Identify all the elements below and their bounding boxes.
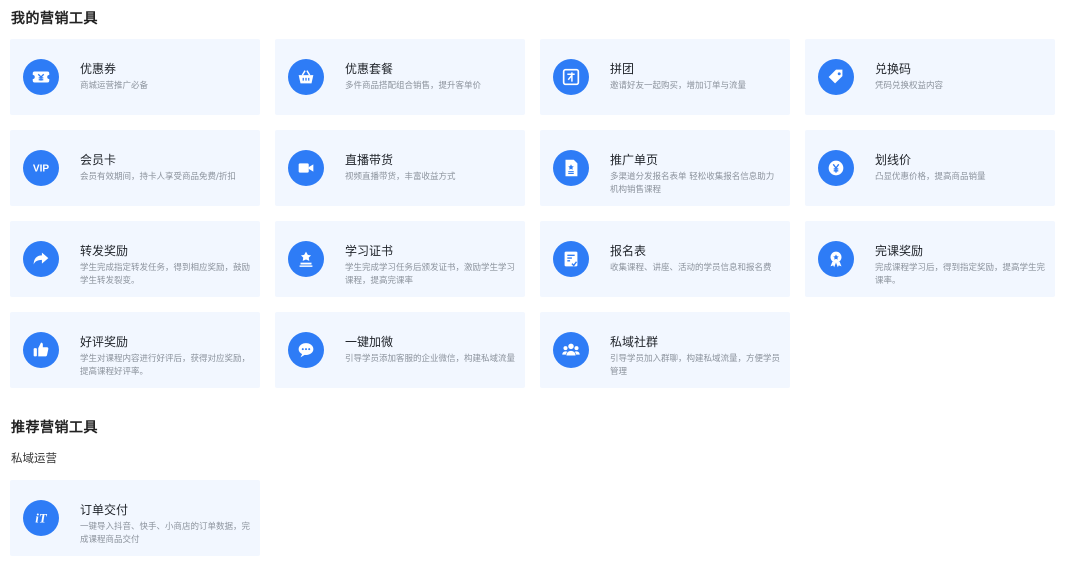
tool-name: 转发奖励 [80, 244, 129, 258]
tool-name: 推广单页 [610, 153, 659, 167]
group-buy-icon [553, 59, 589, 95]
tool-name: 优惠券 [80, 62, 117, 76]
tool-name: 学习证书 [345, 244, 394, 258]
tool-name: 订单交付 [80, 503, 129, 517]
tag-icon [818, 59, 854, 95]
tool-desc: 凸显优惠价格，提高商品销量 [875, 172, 986, 182]
tool-desc: 商城运营推广必备 [80, 81, 149, 91]
recommended-tools-title: 推荐营销工具 [11, 420, 98, 436]
community-icon [553, 332, 589, 368]
tool-card-completion-reward[interactable]: 完课奖励 完成课程学习后，得到指定奖励，提高学生完课率。 [805, 221, 1055, 297]
tool-card-coupon[interactable]: 优惠券 商城运营推广必备 [10, 39, 260, 115]
tool-name: 一键加微 [345, 335, 394, 349]
document-icon [553, 150, 589, 186]
tool-name: 报名表 [610, 244, 647, 258]
tool-desc: 学生完成指定转发任务，得到相应奖励，鼓励学生转发裂变。 [80, 263, 251, 286]
tool-name: 会员卡 [80, 153, 117, 167]
share-arrow-icon [23, 241, 59, 277]
tool-card-group-buy[interactable]: 拼团 邀请好友一起购买，增加订单与流量 [540, 39, 790, 115]
tool-desc: 完成课程学习后，得到指定奖励，提高学生完课率。 [875, 263, 1046, 286]
tool-card-certificate[interactable]: 学习证书 学生完成学习任务后颁发证书，激励学生学习课程，提高完课率 [275, 221, 525, 297]
it-icon: iT [23, 500, 59, 536]
svg-text:iT: iT [35, 512, 48, 526]
vip-icon: VIP [23, 150, 59, 186]
tool-card-private-community[interactable]: 私域社群 引导学员加入群聊，构建私域流量，方便学员管理 [540, 312, 790, 388]
tool-desc: 凭码兑换权益内容 [875, 81, 944, 91]
form-icon [553, 241, 589, 277]
chat-icon [288, 332, 324, 368]
tool-desc: 会员有效期间，持卡人享受商品免费/折扣 [80, 172, 236, 182]
svg-text:VIP: VIP [33, 164, 50, 175]
tool-desc: 学生对课程内容进行好评后，获得对应奖励，提高课程好评率。 [80, 354, 251, 377]
tool-card-add-wechat[interactable]: 一键加微 引导学员添加客服的企业微信，构建私域流量 [275, 312, 525, 388]
tool-name: 直播带货 [345, 153, 394, 167]
certificate-icon [288, 241, 324, 277]
tool-name: 拼团 [610, 62, 635, 76]
tool-card-share-reward[interactable]: 转发奖励 学生完成指定转发任务，得到相应奖励，鼓励学生转发裂变。 [10, 221, 260, 297]
tool-card-promo-page[interactable]: 推广单页 多渠道分发报名表单 轻松收集报名信息助力机构销售课程 [540, 130, 790, 206]
tool-desc: 视频直播带货，丰富收益方式 [345, 172, 456, 182]
tool-desc: 邀请好友一起购买，增加订单与流量 [610, 81, 747, 91]
tool-desc: 学生完成学习任务后颁发证书，激励学生学习课程，提高完课率 [345, 263, 516, 286]
tool-desc: 引导学员加入群聊，构建私域流量，方便学员管理 [610, 354, 781, 377]
medal-icon [818, 241, 854, 277]
tool-name: 兑换码 [875, 62, 912, 76]
tool-desc: 多件商品搭配组合销售，提升客单价 [345, 81, 482, 91]
tool-name: 划线价 [875, 153, 912, 167]
yen-icon [818, 150, 854, 186]
thumbs-up-icon [23, 332, 59, 368]
tool-card-membership[interactable]: VIP 会员卡 会员有效期间，持卡人享受商品免费/折扣 [10, 130, 260, 206]
tool-name: 完课奖励 [875, 244, 924, 258]
tool-desc: 一键导入抖音、快手、小商店的订单数据，完成课程商品交付 [80, 522, 251, 545]
tool-name: 好评奖励 [80, 335, 129, 349]
tool-desc: 收集课程、讲座、活动的学员信息和报名费 [610, 263, 772, 273]
tool-name: 私域社群 [610, 335, 659, 349]
tool-card-signup-form[interactable]: 报名表 收集课程、讲座、活动的学员信息和报名费 [540, 221, 790, 297]
private-ops-subtitle: 私域运营 [11, 451, 57, 465]
tool-card-live-sales[interactable]: 直播带货 视频直播带货，丰富收益方式 [275, 130, 525, 206]
coupon-icon [23, 59, 59, 95]
tool-card-review-reward[interactable]: 好评奖励 学生对课程内容进行好评后，获得对应奖励，提高课程好评率。 [10, 312, 260, 388]
tool-desc: 引导学员添加客服的企业微信，构建私域流量 [345, 354, 516, 364]
basket-icon [288, 59, 324, 95]
tool-name: 优惠套餐 [345, 62, 394, 76]
tools-grid: 优惠券 商城运营推广必备 优惠套餐 多件商品搭配组合销售，提升客单价 拼团 邀请… [10, 39, 1055, 388]
my-tools-title: 我的营销工具 [11, 11, 98, 27]
tool-card-order-delivery[interactable]: iT 订单交付 一键导入抖音、快手、小商店的订单数据，完成课程商品交付 [10, 480, 260, 556]
tool-desc: 多渠道分发报名表单 轻松收集报名信息助力机构销售课程 [610, 172, 775, 195]
tool-card-combo[interactable]: 优惠套餐 多件商品搭配组合销售，提升客单价 [275, 39, 525, 115]
tool-card-redeem-code[interactable]: 兑换码 凭码兑换权益内容 [805, 39, 1055, 115]
video-icon [288, 150, 324, 186]
tool-card-strikethrough-price[interactable]: 划线价 凸显优惠价格，提高商品销量 [805, 130, 1055, 206]
